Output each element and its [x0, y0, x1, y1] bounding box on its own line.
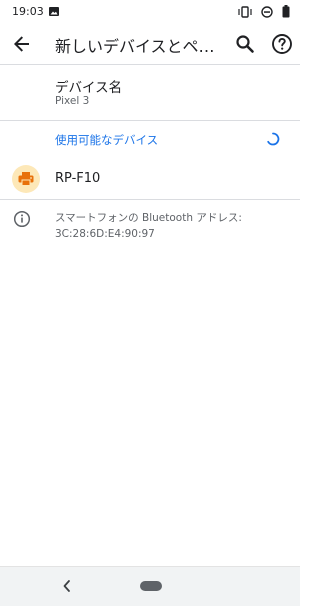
- available-devices-header: 使用可能なデバイス: [55, 133, 159, 147]
- device-name-value: Pixel 3: [55, 95, 90, 107]
- battery-icon: [282, 5, 290, 18]
- help-icon[interactable]: [270, 32, 294, 56]
- info-icon: [13, 210, 31, 228]
- page-title: 新しいデバイスとペア…: [55, 37, 225, 56]
- status-time: 19:03: [12, 5, 44, 18]
- available-device-item[interactable]: RP-F10: [0, 160, 300, 200]
- divider: [0, 120, 300, 121]
- status-bar: 19:03: [0, 0, 300, 24]
- bluetooth-address-text: スマートフォンの Bluetooth アドレス: 3C:28:6D:E4:90:…: [55, 212, 242, 240]
- progress-spinner-icon: [267, 132, 280, 146]
- photo-icon: [49, 7, 59, 16]
- divider: [0, 199, 300, 200]
- app-bar: 新しいデバイスとペア…: [0, 24, 300, 64]
- printer-badge: [12, 165, 40, 193]
- device-label: RP-F10: [55, 171, 101, 186]
- device-name-title: デバイス名: [55, 80, 123, 96]
- device-name-setting[interactable]: デバイス名 Pixel 3: [0, 66, 300, 118]
- search-icon[interactable]: [233, 32, 257, 56]
- home-pill-icon[interactable]: [140, 581, 162, 591]
- do-not-disturb-icon: [261, 5, 273, 18]
- divider: [0, 64, 300, 65]
- status-icons: [238, 5, 290, 18]
- arrow-back-icon[interactable]: [10, 32, 34, 56]
- navigation-bar: [0, 566, 300, 606]
- vibrate-icon: [238, 5, 252, 18]
- printer-icon: [18, 172, 34, 186]
- nav-back-icon[interactable]: [61, 579, 73, 593]
